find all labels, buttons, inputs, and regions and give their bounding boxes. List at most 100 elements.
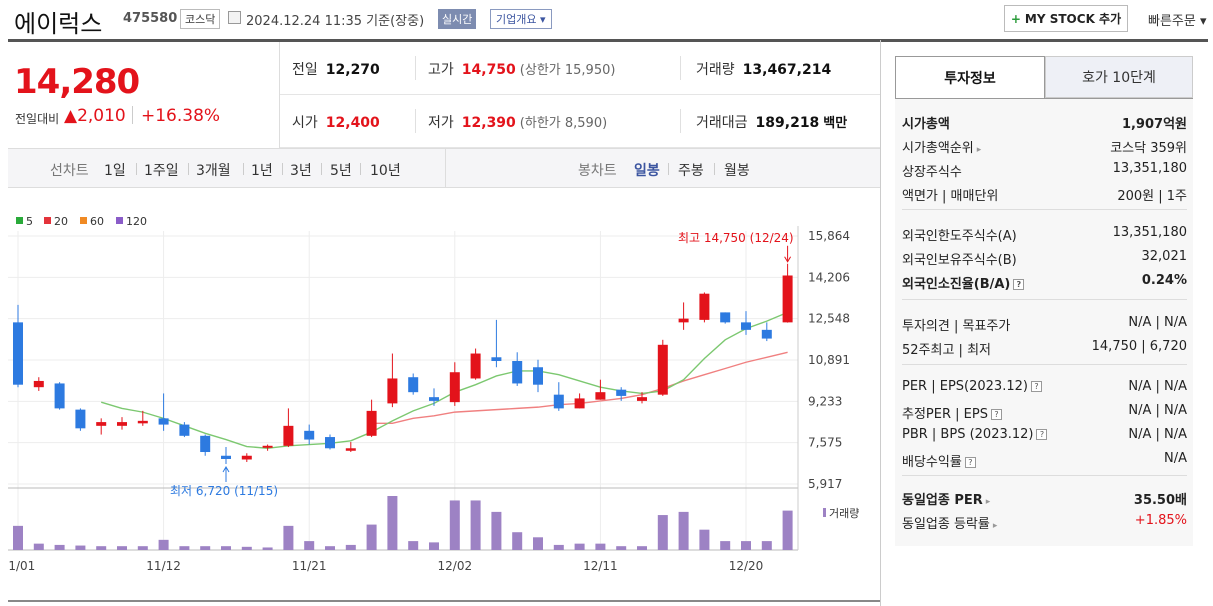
volume-bar <box>158 539 169 550</box>
candle-body <box>491 357 502 362</box>
info-label: 상장주식수 <box>902 165 962 180</box>
period-1y[interactable]: 1년 <box>251 160 273 180</box>
info-row: 배당수익률? N/A <box>902 451 1187 471</box>
volume-bar <box>117 546 127 550</box>
info-label: 추정PER | EPS? <box>902 403 1002 422</box>
volume-bar <box>491 511 502 550</box>
company-info-button[interactable]: 기업개요 ▾ <box>490 9 552 29</box>
candle-daily[interactable]: 일봉 <box>634 160 660 180</box>
period-3y[interactable]: 3년 <box>290 160 312 180</box>
candle-body <box>761 329 772 339</box>
candle-body <box>553 394 564 409</box>
info-value: 32,021 <box>1141 249 1188 264</box>
volume-bar <box>137 546 148 550</box>
x-tick-label: 11/12 <box>146 559 181 573</box>
info-label: PBR | BPS (2023.12)? <box>902 427 1048 442</box>
info-row: 동일업종 PER ▸ 35.50배 <box>902 489 1187 509</box>
divider <box>415 109 416 133</box>
caret-right-icon[interactable]: ▸ <box>993 521 998 531</box>
candle-body <box>657 344 668 395</box>
x-tick-label: 12/20 <box>729 559 764 573</box>
candle-body <box>387 378 398 404</box>
volume-bar <box>283 525 294 550</box>
info-value: N/A <box>1164 451 1187 466</box>
realtime-badge[interactable]: 실시간 <box>438 9 477 29</box>
candle-monthly[interactable]: 월봉 <box>724 160 750 180</box>
candle-body <box>75 409 86 429</box>
tab-invest-info[interactable]: 투자정보 <box>895 56 1045 98</box>
candle-body <box>678 318 689 323</box>
volume-bar <box>782 510 793 550</box>
divider <box>8 600 880 602</box>
help-icon[interactable]: ? <box>964 457 976 468</box>
period-5y[interactable]: 5년 <box>330 160 352 180</box>
info-value: N/A | N/A <box>1128 379 1187 394</box>
help-icon[interactable]: ? <box>1013 279 1025 290</box>
invest-info-panel: 투자정보 호가 10단계 시가총액 1,907억원 시가총액순위 ▸ 코스닥 359위 상… <box>895 56 1195 546</box>
legend-label: 60 <box>90 215 104 228</box>
legend-swatch <box>116 217 123 224</box>
divider <box>415 56 416 80</box>
candle-body <box>96 422 107 426</box>
y-tick-label: 9,233 <box>808 394 842 408</box>
volume-bar <box>96 546 107 550</box>
info-value: 13,351,180 <box>1112 225 1187 240</box>
stock-header: 에이럭스 475580 코스닥 2024.12.24 11:35 기준(장중) … <box>0 0 1213 40</box>
help-icon[interactable]: ? <box>990 409 1002 420</box>
diff-value: ▲2,010 <box>64 106 126 126</box>
candle-weekly[interactable]: 주봉 <box>678 160 704 180</box>
period-3m[interactable]: 3개월 <box>196 160 231 180</box>
caret-right-icon[interactable]: ▸ <box>977 145 982 155</box>
volume-bar <box>678 511 689 550</box>
y-tick-label: 12,548 <box>808 312 850 326</box>
info-row: 외국인보유주식수(B) 32,021 <box>902 249 1187 269</box>
info-value: 14,750 | 6,720 <box>1091 339 1187 354</box>
divider <box>902 364 1187 365</box>
volume-bar <box>13 525 23 550</box>
x-tick-label: 12/11 <box>583 559 618 573</box>
candle-body <box>429 397 439 401</box>
period-1d[interactable]: 1일 <box>104 160 126 180</box>
info-row: 52주최고 | 최저 14,750 | 6,720 <box>902 339 1187 359</box>
info-row: 동일업종 등락률 ▸ +1.85% <box>902 513 1187 533</box>
volume-legend-swatch <box>823 508 826 517</box>
price-chart[interactable]: 15,864 14,206 12,548 10,891 9,233 7,575 5,917 1… <box>1 190 880 600</box>
info-row: 시가총액순위 ▸ 코스닥 359위 <box>902 137 1187 157</box>
info-value: 200원 | 1주 <box>1117 189 1187 204</box>
caret-right-icon[interactable]: ▸ <box>986 497 991 507</box>
volume-bar <box>200 546 211 550</box>
candle-body <box>33 380 44 388</box>
info-label: 액면가 | 매매단위 <box>902 189 999 204</box>
candle-body <box>54 383 65 409</box>
period-1w[interactable]: 1주일 <box>144 160 179 180</box>
low-price: 저가 12,390 (하한가 8,590) <box>428 115 608 131</box>
divider <box>902 299 1187 300</box>
diff-label: 전일대비 <box>15 112 60 126</box>
candle-body <box>200 435 211 453</box>
info-row: 외국인소진율(B/A)? 0.24% <box>902 273 1187 293</box>
candle-body <box>699 293 710 320</box>
volume-bar <box>304 541 315 550</box>
legend-label: 20 <box>54 215 68 228</box>
tab-order-book[interactable]: 호가 10단계 <box>1045 56 1193 98</box>
stock-code: 475580 <box>123 11 178 26</box>
chart-period-bar: 선차트 1일 1주일 3개월 1년 3년 5년 10년 봉차트 일봉 주봉 월봉 <box>8 148 880 188</box>
help-icon[interactable]: ? <box>1030 381 1042 392</box>
info-row: PER | EPS(2023.12)? N/A | N/A <box>902 379 1187 399</box>
add-mystock-button[interactable]: + MY STOCK 추가 <box>1004 5 1128 32</box>
stats-row-1: 전일 12,270 고가 14,750 (상한가 15,950) 거래량 13,467,… <box>280 42 880 95</box>
candlestick-chart-svg: 15,864 14,206 12,548 10,891 9,233 7,575 5,917 1… <box>1 215 860 573</box>
info-row: 액면가 | 매매단위 200원 | 1주 <box>902 185 1187 205</box>
volume-bar <box>761 541 772 550</box>
candle-body <box>325 437 335 449</box>
info-row: 투자의견 | 목표주가 N/A | N/A <box>902 315 1187 335</box>
y-tick-label: 5,917 <box>808 477 842 491</box>
high-price: 고가 14,750 (상한가 15,950) <box>428 62 616 78</box>
volume-bar <box>595 543 606 550</box>
quick-order-button[interactable]: 빠른주문 ▾ <box>1148 10 1207 29</box>
help-icon[interactable]: ? <box>1036 429 1048 440</box>
high-annotation: 최고 14,750 (12/24) <box>678 231 794 245</box>
period-10y[interactable]: 10년 <box>370 160 401 180</box>
company-name: 에이럭스 <box>14 10 103 38</box>
candle-body <box>574 398 585 409</box>
